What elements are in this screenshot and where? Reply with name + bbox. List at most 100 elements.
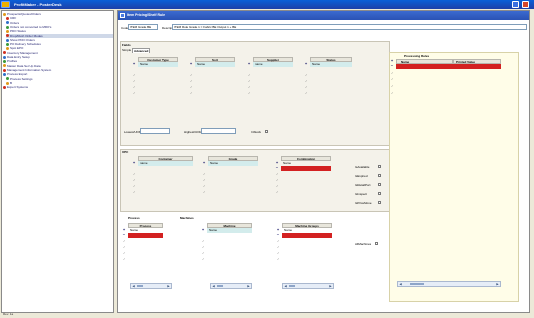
row-marker: ✓	[202, 239, 205, 243]
process-label: Process	[128, 216, 140, 220]
row-marker: ✓	[203, 184, 206, 188]
in-stock-checkbox[interactable]	[265, 130, 268, 133]
tree-node-icon	[3, 51, 6, 55]
scroll-right-arrow-icon[interactable]: ▶	[328, 284, 333, 288]
row-marker: ✓	[190, 79, 193, 83]
app-logo-icon	[1, 1, 10, 8]
tree-node-icon	[3, 55, 6, 59]
tree-node-icon	[6, 81, 9, 85]
scroll-right-arrow-icon[interactable]: ▶	[166, 284, 171, 288]
processing-rules-panel	[389, 52, 519, 302]
row-marker: ✓	[277, 251, 280, 255]
upc-option-checkbox[interactable]	[378, 174, 381, 177]
content-title-bar: Item Pricing/Shelf Rule	[118, 11, 529, 20]
grid-row-name[interactable]: Name	[195, 62, 235, 67]
grid-row-name[interactable]: Name	[310, 62, 352, 67]
sidebar-item[interactable]: Expert Systems	[3, 85, 113, 89]
scroll-right-arrow-icon[interactable]: ▶	[495, 282, 500, 286]
row-marker: ✓	[133, 184, 136, 188]
add-row-button[interactable]: +	[304, 62, 308, 66]
all-machines-label: AllMachines	[355, 242, 372, 246]
tab-simple[interactable]: Simple	[121, 48, 132, 53]
scroll-thumb[interactable]	[410, 283, 424, 285]
remove-rule-button[interactable]: −	[390, 64, 394, 68]
scroll-thumb[interactable]	[137, 285, 143, 287]
scroll-left-arrow-icon[interactable]: ◀	[131, 284, 136, 288]
grid-scrollbar[interactable]: ◀ ▶	[130, 283, 172, 289]
sidebar-tree[interactable]: Prospects/Quotes/Orders CRF Orders Orders n…	[1, 10, 114, 313]
all-machines-checkbox[interactable]	[375, 242, 378, 245]
row-marker: ✓	[123, 239, 126, 243]
add-row-button[interactable]: +	[202, 161, 206, 165]
grid-row-name[interactable]: Name	[138, 62, 178, 67]
row-marker: ✓	[202, 251, 205, 255]
row-marker: ✓	[202, 245, 205, 249]
row-marker: ✓	[276, 190, 279, 194]
form-icon	[120, 12, 125, 18]
machines-label: Machines	[180, 216, 194, 220]
window-title-bar: ProfitMaker - PosterDesk	[0, 0, 534, 9]
scroll-left-arrow-icon[interactable]: ◀	[211, 284, 216, 288]
row-marker: ✓	[133, 85, 136, 89]
grid-row-name[interactable]: Name	[207, 228, 252, 233]
rules-row-marker: ✓	[391, 71, 394, 75]
row-marker: ✓	[276, 172, 279, 176]
row-marker: ✓	[305, 91, 308, 95]
upc-option-label: IsPriceMove	[355, 201, 372, 205]
remove-row-button[interactable]: −	[122, 233, 126, 237]
scroll-right-arrow-icon[interactable]: ▶	[246, 284, 251, 288]
grid-selected-row[interactable]	[281, 166, 331, 171]
sidebar-item-label: Expert Systems	[7, 85, 29, 90]
code-field[interactable]: ITEM Grade BE	[128, 24, 158, 30]
remove-row-button[interactable]: −	[275, 166, 279, 170]
grid-scrollbar[interactable]: ◀ ▶	[210, 283, 252, 289]
grid-row-name[interactable]: name	[253, 62, 293, 67]
grid-selected-row[interactable]	[128, 233, 163, 238]
add-row-button[interactable]: +	[189, 62, 193, 66]
rules-scrollbar[interactable]: ◀ ▶	[397, 281, 501, 287]
rules-row-marker: ✓	[391, 77, 394, 81]
tree-node-icon	[6, 34, 9, 38]
row-marker: ✓	[203, 172, 206, 176]
row-marker: ✓	[123, 257, 126, 261]
grid-selected-row[interactable]	[282, 233, 332, 238]
scroll-left-arrow-icon[interactable]: ◀	[283, 284, 288, 288]
minimize-button[interactable]	[512, 1, 519, 8]
scroll-thumb[interactable]	[289, 285, 295, 287]
lowest-uom-field[interactable]	[140, 128, 170, 134]
tree-node-icon	[6, 47, 9, 51]
upc-option-checkbox[interactable]	[378, 165, 381, 168]
tree-node-icon	[6, 42, 9, 46]
highest-uom-field[interactable]	[201, 128, 236, 134]
add-row-button[interactable]: +	[132, 62, 136, 66]
scroll-thumb[interactable]	[217, 285, 223, 287]
close-button[interactable]	[522, 1, 529, 8]
row-marker: ✓	[248, 73, 251, 77]
row-marker: ✓	[133, 91, 136, 95]
add-row-button[interactable]: +	[247, 62, 251, 66]
tree-node-icon	[6, 29, 9, 33]
description-field[interactable]: ITEM Rule Grade 1 = Fabric BE Output 1 +…	[172, 24, 527, 30]
content-pane: Item Pricing/Shelf Rule Code ITEM Grade …	[117, 10, 530, 313]
grid-row-name[interactable]: Name	[208, 161, 258, 166]
upc-option-checkbox[interactable]	[378, 183, 381, 186]
tab-advanced[interactable]: Advanced	[132, 48, 151, 53]
row-marker: ✓	[203, 178, 206, 182]
grid-row-name[interactable]: name	[138, 161, 193, 166]
remove-row-button[interactable]: −	[276, 233, 280, 237]
add-row-button[interactable]: +	[201, 228, 205, 232]
tree-node-icon	[3, 72, 6, 76]
add-row-button[interactable]: +	[132, 161, 136, 165]
tree-node-icon	[6, 21, 9, 25]
processing-rules-header: Processing Rules	[404, 54, 430, 58]
upc-option-checkbox[interactable]	[378, 192, 381, 195]
scroll-left-arrow-icon[interactable]: ◀	[398, 282, 403, 286]
upc-section-label: UPC	[122, 150, 129, 154]
upc-option-checkbox[interactable]	[378, 201, 381, 204]
upc-option-label: IsInspect	[355, 192, 368, 196]
grid-scrollbar[interactable]: ◀ ▶	[282, 283, 334, 289]
rules-selected-row[interactable]	[396, 64, 501, 69]
row-marker: ✓	[276, 184, 279, 188]
app-window: ProfitMaker - PosterDesk Prospects/Quote…	[0, 0, 534, 318]
tree-node-icon	[3, 68, 6, 72]
